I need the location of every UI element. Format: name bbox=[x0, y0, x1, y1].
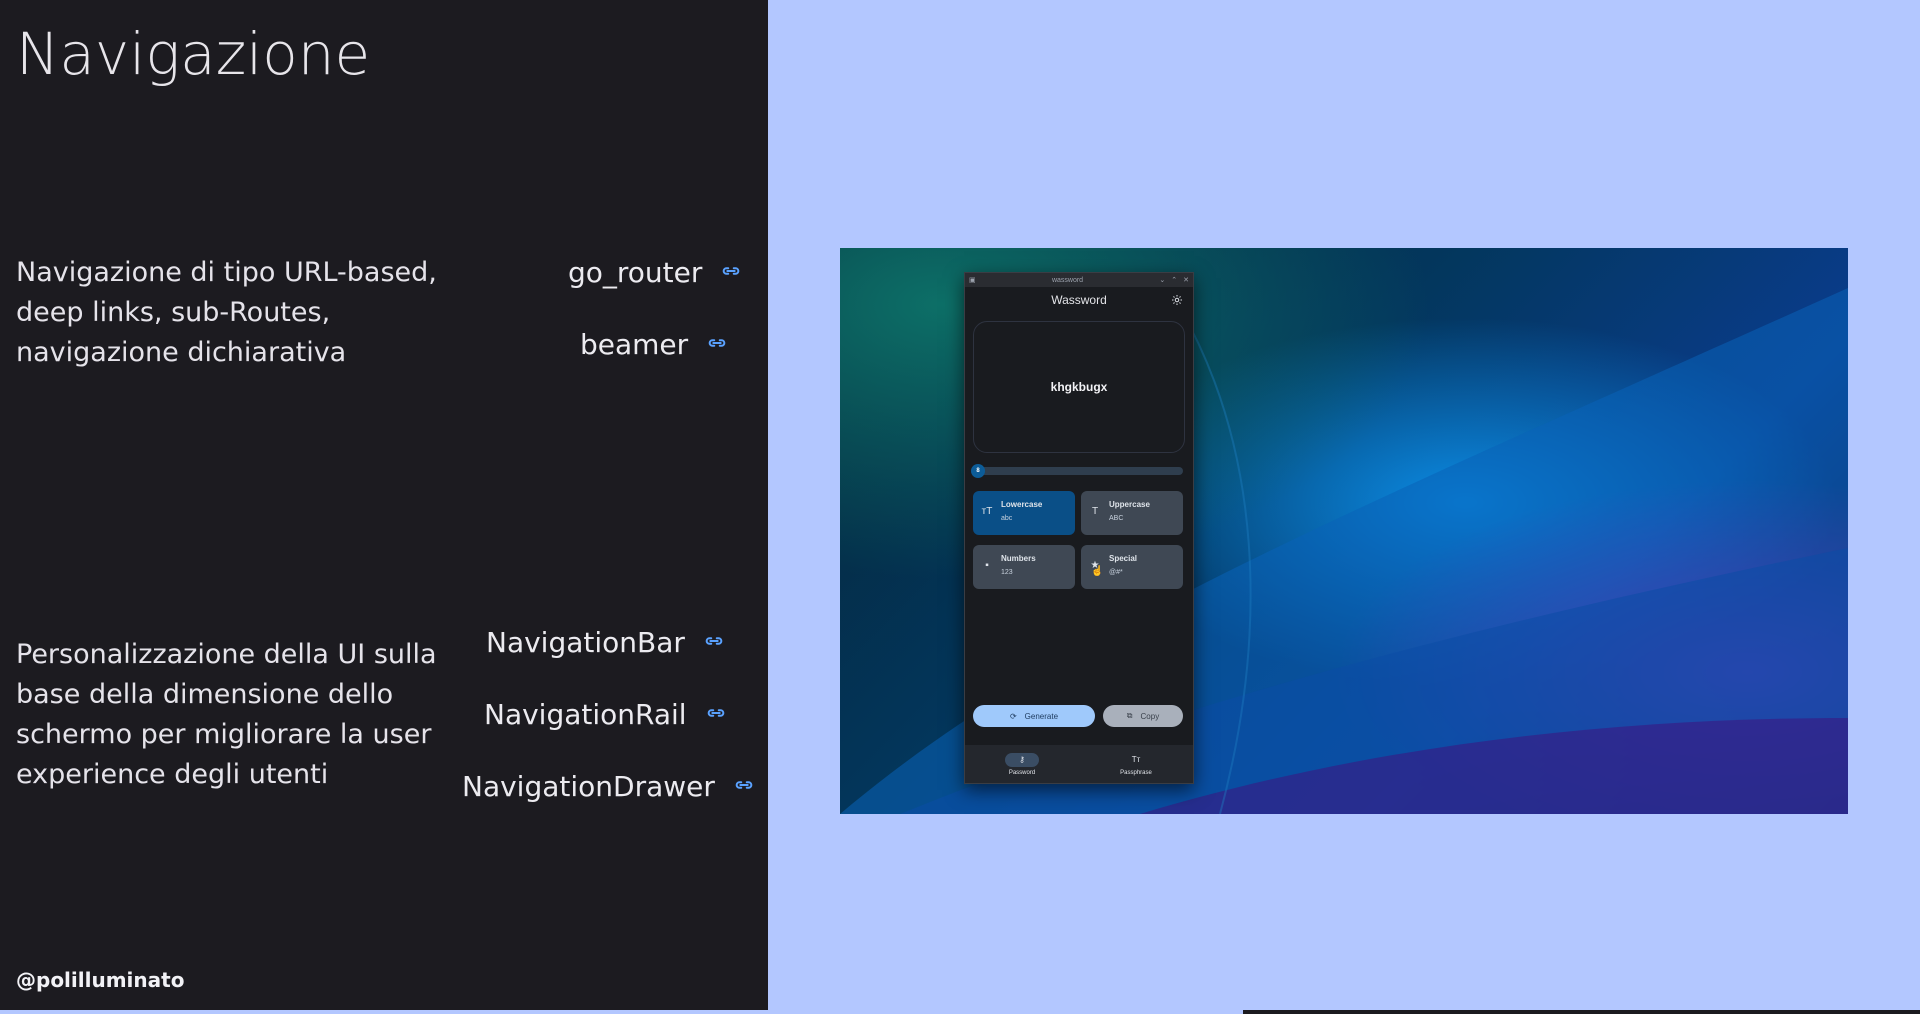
link-beamer[interactable]: beamer bbox=[580, 328, 728, 361]
option-label: Numbers bbox=[1001, 554, 1036, 563]
close-icon[interactable]: ✕ bbox=[1183, 276, 1189, 284]
option-sub: 123 bbox=[1001, 569, 1013, 576]
divider bbox=[0, 1010, 768, 1014]
copy-button[interactable]: ⧉ Copy bbox=[1103, 705, 1183, 727]
link-label: go_router bbox=[568, 256, 703, 289]
bottom-navigation-bar: ⚷ Password Tт Passphrase bbox=[965, 745, 1193, 783]
generate-button[interactable]: ⟳ Generate bbox=[973, 705, 1095, 727]
nav-passphrase[interactable]: Tт Passphrase bbox=[1079, 745, 1193, 783]
link-icon bbox=[706, 328, 728, 361]
paragraph-routing: Navigazione di tipo URL-based, deep link… bbox=[16, 257, 437, 368]
option-sub: @#* bbox=[1109, 569, 1123, 576]
refresh-icon: ⟳ bbox=[1009, 711, 1017, 721]
app-header: Wassword bbox=[965, 287, 1193, 313]
paragraph-adaptive: Personalizzazione della UI sulla base de… bbox=[16, 639, 437, 790]
app-logo-icon: ▣ bbox=[969, 277, 976, 284]
password-display: khgkbugx bbox=[973, 321, 1185, 453]
link-label: NavigationDrawer bbox=[462, 770, 715, 803]
option-label: Lowercase bbox=[1001, 500, 1043, 509]
option-sub: ABC bbox=[1109, 515, 1124, 522]
option-label: Special bbox=[1109, 554, 1138, 563]
link-go-router[interactable]: go_router bbox=[568, 256, 742, 289]
link-icon bbox=[703, 626, 725, 659]
copy-label: Copy bbox=[1140, 711, 1160, 721]
link-icon bbox=[720, 256, 742, 289]
uppercase-icon: T bbox=[1091, 506, 1099, 517]
length-slider[interactable]: 8 bbox=[971, 464, 1183, 478]
app-demo-screenshot: ▣ wassword ⌄ ⌃ ✕ Wassword khgkbugx 8 тT … bbox=[840, 248, 1848, 814]
link-icon bbox=[733, 770, 755, 803]
window-title: wassword bbox=[1051, 276, 1084, 284]
copy-icon: ⧉ bbox=[1126, 711, 1133, 720]
app-title: Wassword bbox=[1051, 293, 1107, 307]
maximize-icon[interactable]: ⌃ bbox=[1171, 276, 1177, 284]
slide-title: Navigazione bbox=[16, 20, 371, 88]
key-icon: ⚷ bbox=[1005, 752, 1039, 767]
link-label: NavigationRail bbox=[484, 698, 687, 731]
mouse-cursor-icon: ☝ bbox=[1091, 566, 1104, 577]
option-lowercase[interactable]: тT Lowercase abc bbox=[973, 491, 1075, 535]
text-size-icon: Tт bbox=[1131, 755, 1141, 764]
slider-thumb[interactable]: 8 bbox=[971, 464, 985, 478]
link-navigation-drawer[interactable]: NavigationDrawer bbox=[462, 770, 755, 803]
minimize-icon[interactable]: ⌄ bbox=[1159, 276, 1165, 284]
author-handle: @polilluminato bbox=[16, 968, 185, 992]
app-window: ▣ wassword ⌄ ⌃ ✕ Wassword khgkbugx 8 тT … bbox=[964, 272, 1194, 784]
option-sub: abc bbox=[1001, 515, 1013, 522]
option-numbers[interactable]: ▪ Numbers 123 bbox=[973, 545, 1075, 589]
generate-label: Generate bbox=[1024, 711, 1059, 721]
nav-label: Passphrase bbox=[1120, 769, 1152, 776]
link-navigation-rail[interactable]: NavigationRail bbox=[484, 698, 727, 731]
link-label: beamer bbox=[580, 328, 689, 361]
link-navigation-bar[interactable]: NavigationBar bbox=[486, 626, 725, 659]
lowercase-icon: тT bbox=[981, 506, 993, 517]
generated-password: khgkbugx bbox=[1050, 380, 1108, 394]
numbers-icon: ▪ bbox=[985, 560, 989, 571]
link-icon bbox=[705, 698, 727, 731]
window-titlebar: ▣ wassword ⌄ ⌃ ✕ bbox=[965, 273, 1193, 287]
divider bbox=[1243, 1010, 1920, 1014]
link-label: NavigationBar bbox=[486, 626, 685, 659]
gear-icon[interactable] bbox=[1171, 294, 1183, 306]
option-uppercase[interactable]: T Uppercase ABC bbox=[1081, 491, 1183, 535]
option-label: Uppercase bbox=[1109, 500, 1150, 509]
nav-label: Password bbox=[1008, 769, 1036, 776]
left-panel: Navigazione Navigazione di tipo URL-base… bbox=[0, 0, 768, 1010]
nav-password[interactable]: ⚷ Password bbox=[965, 745, 1079, 783]
